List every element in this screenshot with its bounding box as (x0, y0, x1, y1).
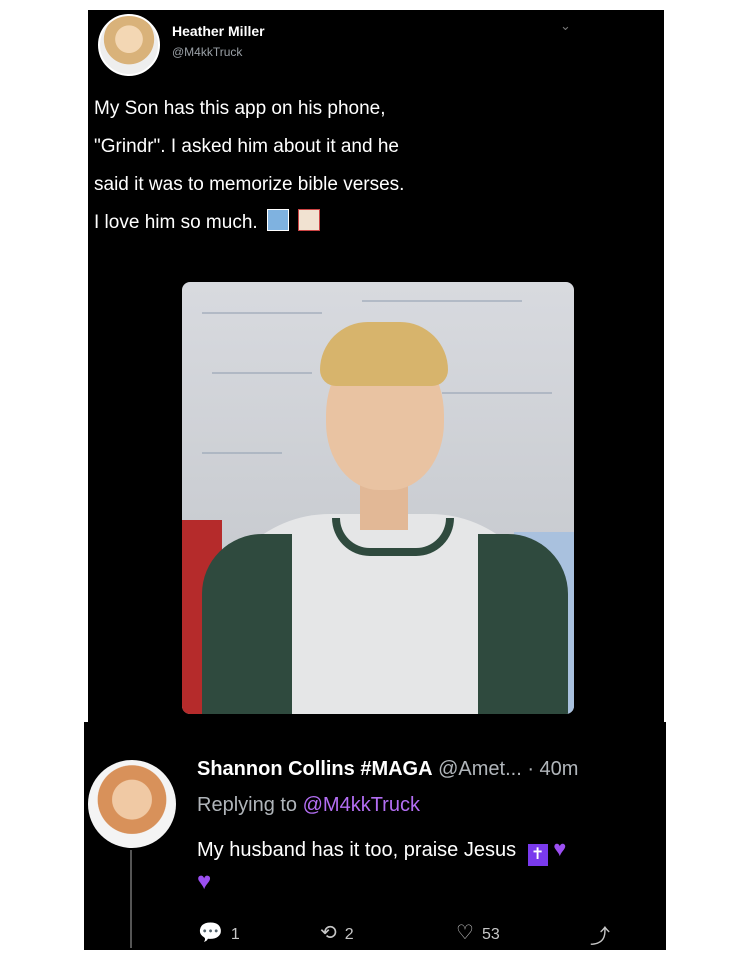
cross-icon: ✝ (527, 844, 548, 866)
share-icon[interactable]: ⤴ (590, 926, 610, 948)
tweet-photo[interactable] (182, 282, 574, 714)
left-sleeve (202, 534, 292, 714)
purple-heart-icon: ♥ (553, 836, 567, 861)
like-action[interactable]: ♡ 53 (456, 920, 500, 945)
church-emoji-icon (298, 209, 321, 231)
thread-line (130, 850, 132, 948)
avatar[interactable] (98, 14, 160, 76)
reply-author-handle[interactable]: @Amet... · 40m (438, 758, 578, 780)
replying-to-prefix: Replying to (197, 794, 298, 816)
retweet-count: 2 (344, 926, 354, 943)
replying-to: Replying to @M4kkTruck (197, 794, 420, 817)
tweet-text-line-1: My Son has this app on his phone, (94, 98, 386, 119)
reply-count: 1 (230, 926, 240, 943)
reply-author: Shannon Collins #MAGA @Amet... · 40m (197, 758, 578, 781)
aquarius-emoji-icon (266, 209, 289, 231)
retweet-action[interactable]: ⟲ 2 (320, 920, 354, 945)
like-icon[interactable]: ♡ (456, 922, 474, 944)
retweet-icon[interactable]: ⟲ (320, 922, 337, 944)
tweet-text-line-3: said it was to memorize bible verses. (94, 174, 405, 195)
like-count: 53 (481, 926, 500, 943)
author-handle[interactable]: @M4kkTruck (172, 45, 242, 59)
tweet-text-line-2: "Grindr". I asked him about it and he (94, 136, 399, 157)
author-name[interactable]: Heather Miller (172, 23, 265, 39)
hair (320, 322, 448, 386)
reply-text: My husband has it too, praise Jesus ✝ ♥ (197, 836, 566, 866)
chevron-down-icon[interactable]: ⌄ (560, 18, 571, 34)
tweet-text-line-4-label: I love him so much. (94, 212, 258, 233)
reply-text-label: My husband has it too, praise Jesus (197, 839, 517, 861)
reply-action[interactable]: 💬 1 (198, 920, 240, 945)
right-sleeve (478, 534, 568, 714)
replying-to-mention[interactable]: @M4kkTruck (303, 794, 420, 816)
reply-author-name[interactable]: Shannon Collins #MAGA (197, 758, 433, 780)
share-action[interactable]: ⤴ (590, 920, 618, 949)
tweet-text-line-4: I love him so much. (94, 204, 564, 242)
reply-icon[interactable]: 💬 (198, 922, 223, 944)
reply-actions: 💬 1 ⟲ 2 ♡ 53 ⤴ (198, 920, 618, 950)
purple-heart-icon: ♥ (197, 868, 212, 895)
tweet-text: My Son has this app on his phone, "Grind… (94, 90, 564, 242)
reply-avatar[interactable] (88, 760, 176, 848)
